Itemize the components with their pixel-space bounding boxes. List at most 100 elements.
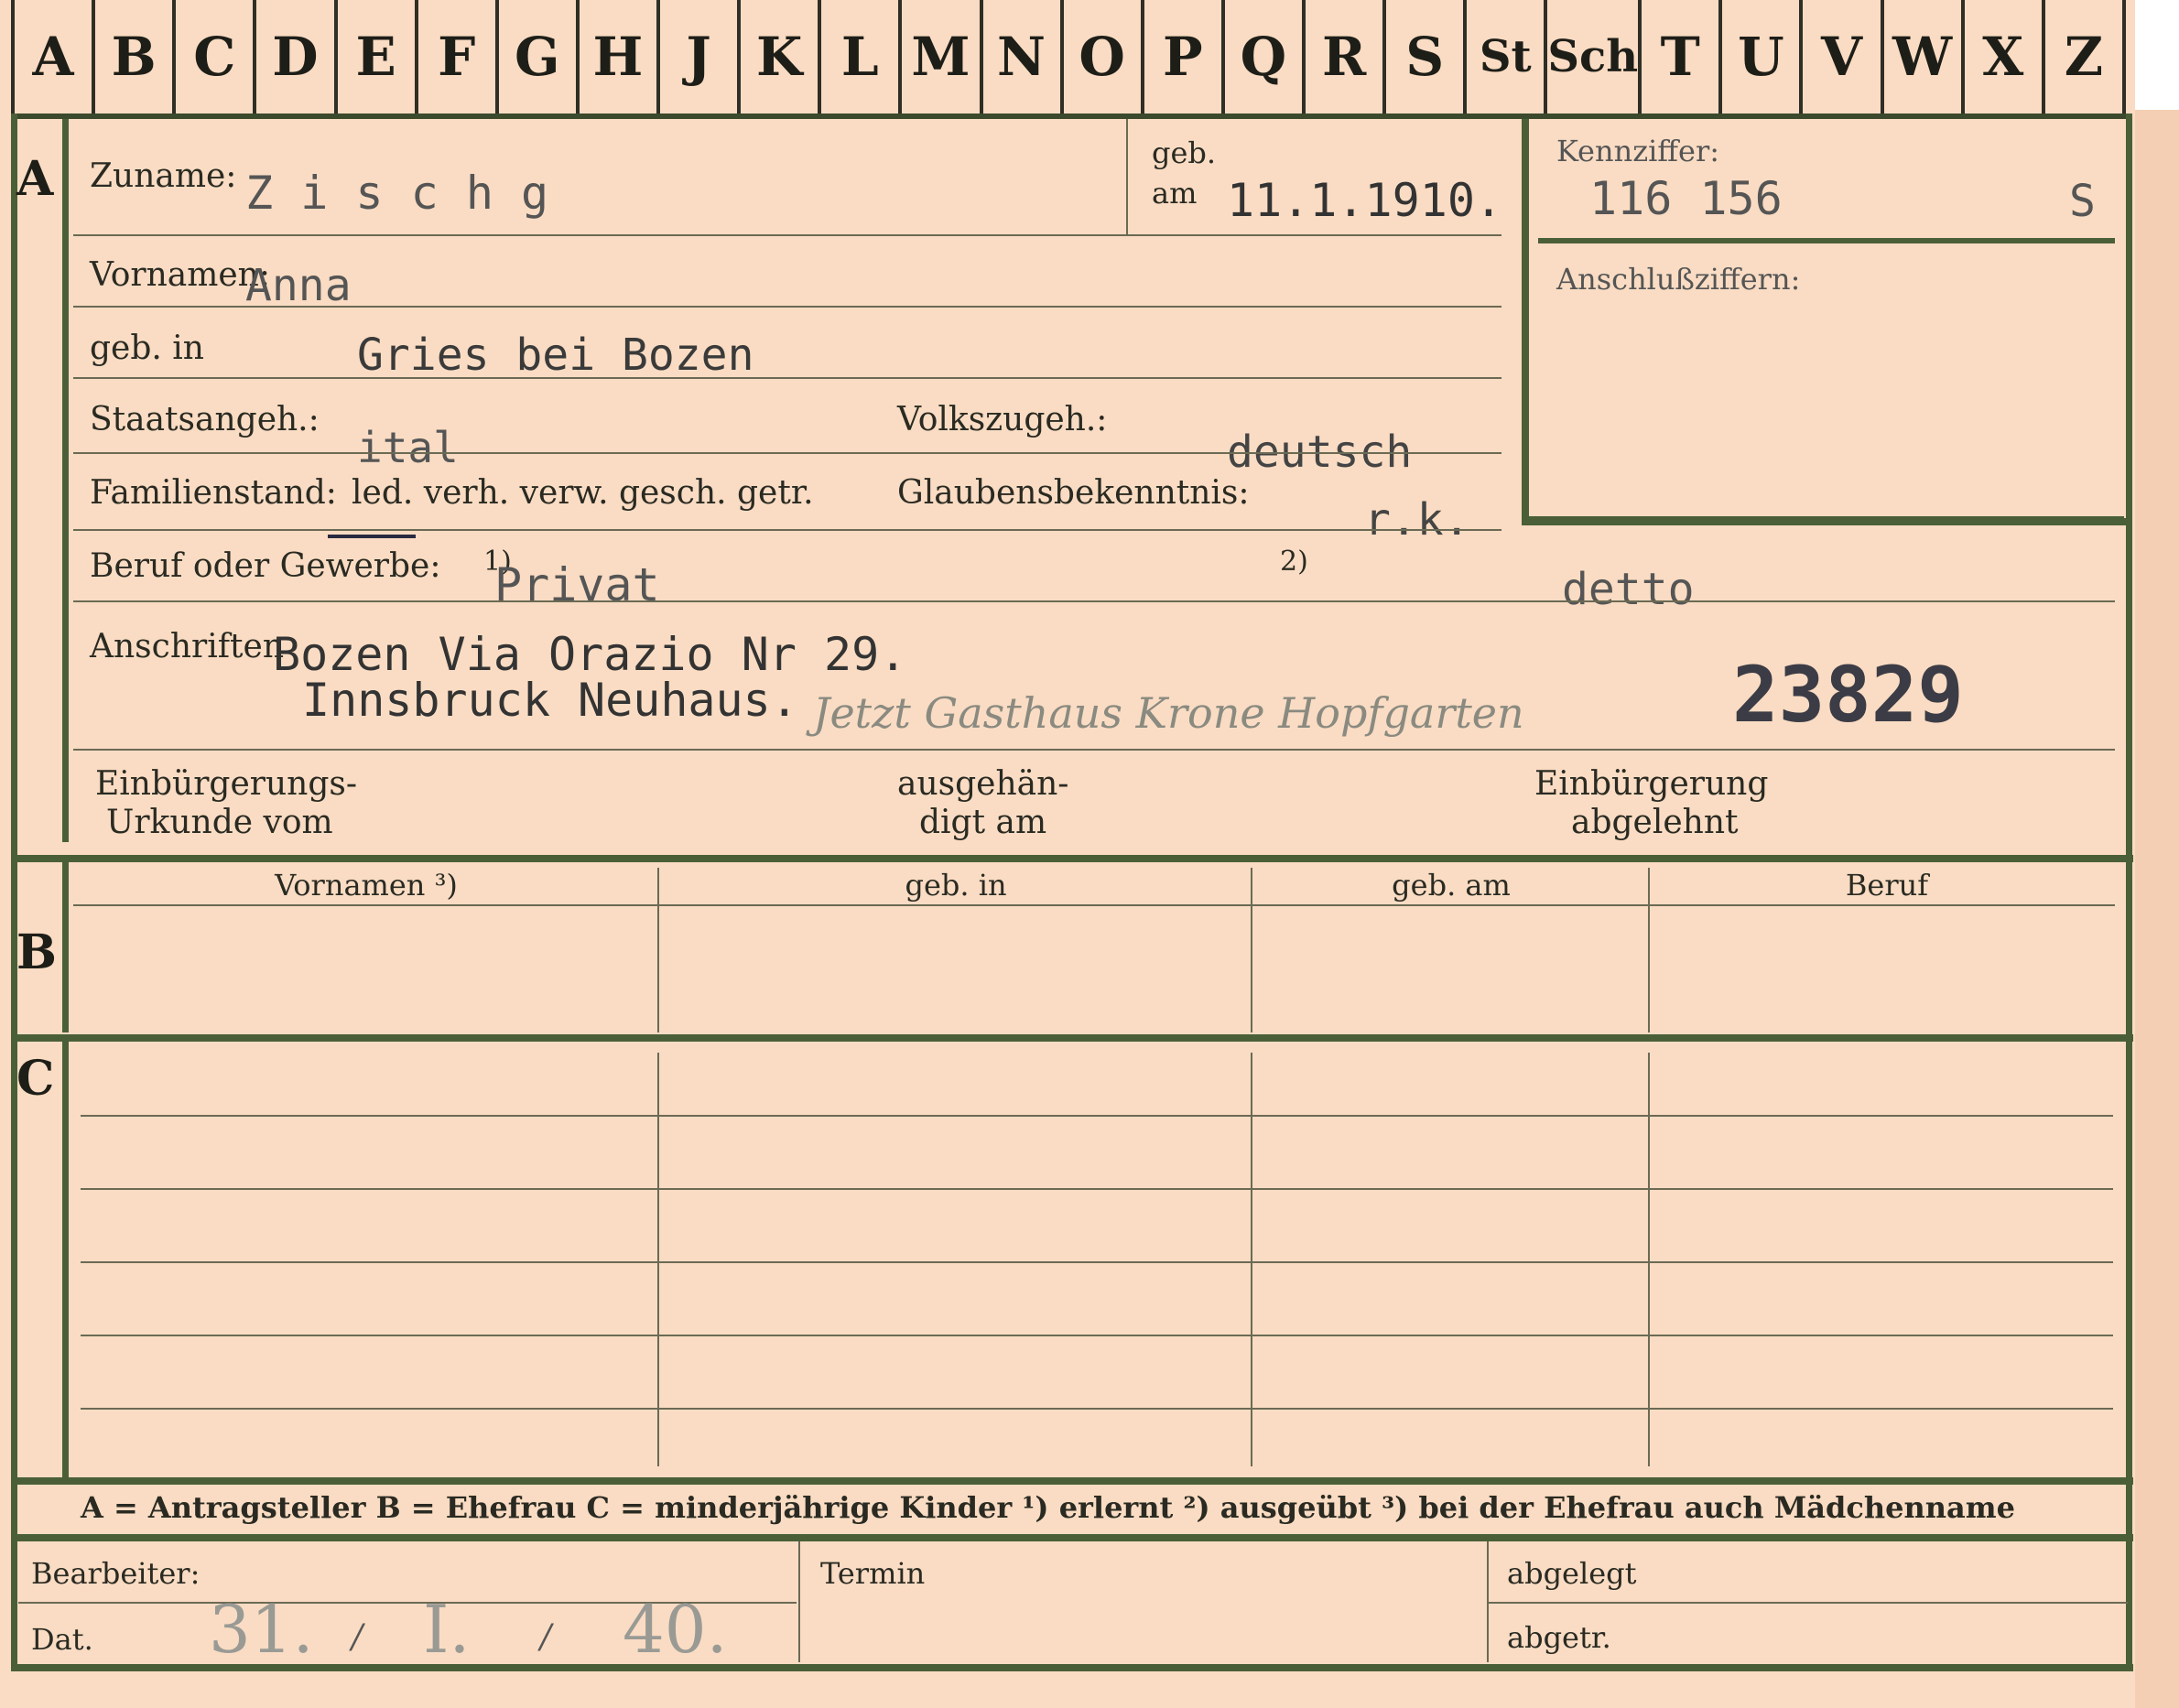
- processor-label: Bearbeiter:: [31, 1556, 201, 1591]
- section-b-divider: [62, 862, 69, 1032]
- legend-top-border: [11, 1477, 2133, 1485]
- alphabet-tab: V: [1799, 0, 1880, 114]
- citizenship-label: Staatsangeh.:: [90, 401, 320, 438]
- alphabet-tab: L: [818, 0, 898, 114]
- rule: [73, 377, 1501, 379]
- id-label: Kennziffer:: [1556, 134, 1720, 168]
- issued-label-2: digt am: [919, 804, 1047, 841]
- alphabet-tab: M: [898, 0, 979, 114]
- linked-label: Anschlußziffern:: [1556, 262, 1801, 297]
- alphabet-tab: O: [1059, 0, 1141, 114]
- marital-label: Familienstand:: [90, 474, 337, 512]
- rejected-label-1: Einbürgerung: [1534, 765, 1769, 803]
- ethnicity-label: Volkszugeh.:: [897, 401, 1108, 438]
- born-date: 11.1.1910.: [1227, 174, 1503, 227]
- card-edge: [2135, 110, 2179, 1708]
- section-divider-ab: [11, 855, 2133, 862]
- rule: [1487, 1602, 2128, 1604]
- alphabet-tab: N: [979, 0, 1060, 114]
- alphabet-tab: St: [1463, 0, 1544, 114]
- rule: [73, 749, 2115, 751]
- rule: [81, 1408, 2113, 1410]
- alphabet-tab: B: [92, 0, 172, 114]
- firstnames-value: Anna: [245, 260, 352, 311]
- column-divider: [657, 868, 659, 1032]
- id-rule: [1538, 238, 2115, 243]
- footer-divider: [798, 1541, 800, 1662]
- alphabet-tab: E: [333, 0, 415, 114]
- legend-bottom-border: [11, 1534, 2133, 1541]
- column-header-occupation: Beruf: [1845, 868, 1929, 903]
- column-header-firstnames: Vornamen ³): [275, 868, 458, 903]
- rule: [73, 452, 1501, 454]
- rule: [73, 529, 1501, 531]
- column-header-birthdate: geb. am: [1392, 868, 1511, 903]
- date-separator-1: /: [352, 1618, 363, 1656]
- alphabet-tab: H: [575, 0, 656, 114]
- address-handwritten-note: Jetzt Gasthaus Krone Hopfgarten: [813, 688, 1524, 738]
- rule: [73, 600, 2115, 602]
- born-divider: [1126, 119, 1128, 236]
- alphabet-tab: T: [1638, 0, 1718, 114]
- alphabet-tab: S: [1382, 0, 1463, 114]
- marital-underline-mark: [328, 535, 416, 538]
- rule: [81, 1188, 2113, 1190]
- naturalization-label-2: Urkunde vom: [106, 804, 333, 841]
- address-label: Anschriften: [90, 628, 285, 665]
- section-divider-bc: [11, 1034, 2133, 1042]
- alphabet-tab: U: [1718, 0, 1799, 114]
- issued-label-1: ausgehän-: [897, 765, 1069, 803]
- born-label-top: geb.: [1152, 135, 1217, 170]
- bottom-border: [11, 1664, 2133, 1671]
- filed-label: abgelegt: [1507, 1556, 1637, 1591]
- alphabet-tab: G: [494, 0, 576, 114]
- sent-label: abgetr.: [1507, 1620, 1611, 1655]
- religion-value: r.k.: [1364, 494, 1470, 546]
- date-separator-2: /: [540, 1618, 552, 1656]
- date-year: 40.: [623, 1591, 728, 1668]
- alphabet-tab: Q: [1220, 0, 1302, 114]
- rule: [81, 1115, 2113, 1117]
- occupation-label: Beruf oder Gewerbe:: [90, 547, 441, 585]
- section-c-divider: [62, 1042, 69, 1481]
- alphabet-tab: P: [1140, 0, 1221, 114]
- address-line-2: Innsbruck Neuhaus.: [302, 674, 798, 727]
- rule: [81, 1335, 2113, 1336]
- rule: [81, 1261, 2113, 1263]
- file-number-stamp: 23829: [1732, 650, 1964, 740]
- alphabet-tab: K: [737, 0, 818, 114]
- alphabet-tab-row: A B C D E F G H J K L M N O P Q R S St Sch T U V W X Z: [11, 0, 2126, 119]
- left-border: [11, 114, 17, 1670]
- religion-label: Glaubensbekenntnis:: [897, 474, 1250, 512]
- surname-label: Zuname:: [90, 157, 237, 195]
- surname-value: Z i s c h g: [245, 167, 549, 220]
- section-letter-a: A: [16, 151, 54, 207]
- alphabet-tab: A: [11, 0, 92, 114]
- deadline-label: Termin: [820, 1556, 926, 1591]
- alphabet-tab: Sch: [1544, 0, 1638, 114]
- firstnames-label: Vornamen:: [90, 256, 270, 294]
- birthplace-value: Gries bei Bozen: [357, 330, 754, 381]
- naturalization-label-1: Einbürgerungs-: [95, 765, 358, 803]
- section-letter-c: C: [16, 1051, 55, 1107]
- rejected-label-2: abgelehnt: [1571, 804, 1739, 841]
- right-border: [2126, 114, 2132, 1670]
- rule: [73, 904, 2115, 906]
- occupation-value: Privat: [494, 558, 660, 611]
- date-day: 31.: [209, 1591, 314, 1668]
- alphabet-tab: C: [172, 0, 253, 114]
- date-label: Dat.: [31, 1622, 93, 1657]
- rule: [73, 306, 1501, 308]
- alphabet-tab: D: [253, 0, 333, 114]
- column-divider: [1648, 868, 1650, 1032]
- alphabet-tab: W: [1880, 0, 1961, 114]
- alphabet-tab: X: [1960, 0, 2042, 114]
- rule: [73, 234, 1501, 236]
- section-letter-b: B: [16, 924, 57, 980]
- alphabet-tab: F: [414, 0, 495, 114]
- marital-options: led. verh. verw. gesch. getr.: [352, 474, 814, 512]
- column-divider: [1251, 868, 1252, 1032]
- column-header-birthplace: geb. in: [905, 868, 1007, 903]
- legend: A = Antragsteller B = Ehefrau C = minder…: [81, 1490, 2015, 1525]
- alphabet-tab: R: [1302, 0, 1382, 114]
